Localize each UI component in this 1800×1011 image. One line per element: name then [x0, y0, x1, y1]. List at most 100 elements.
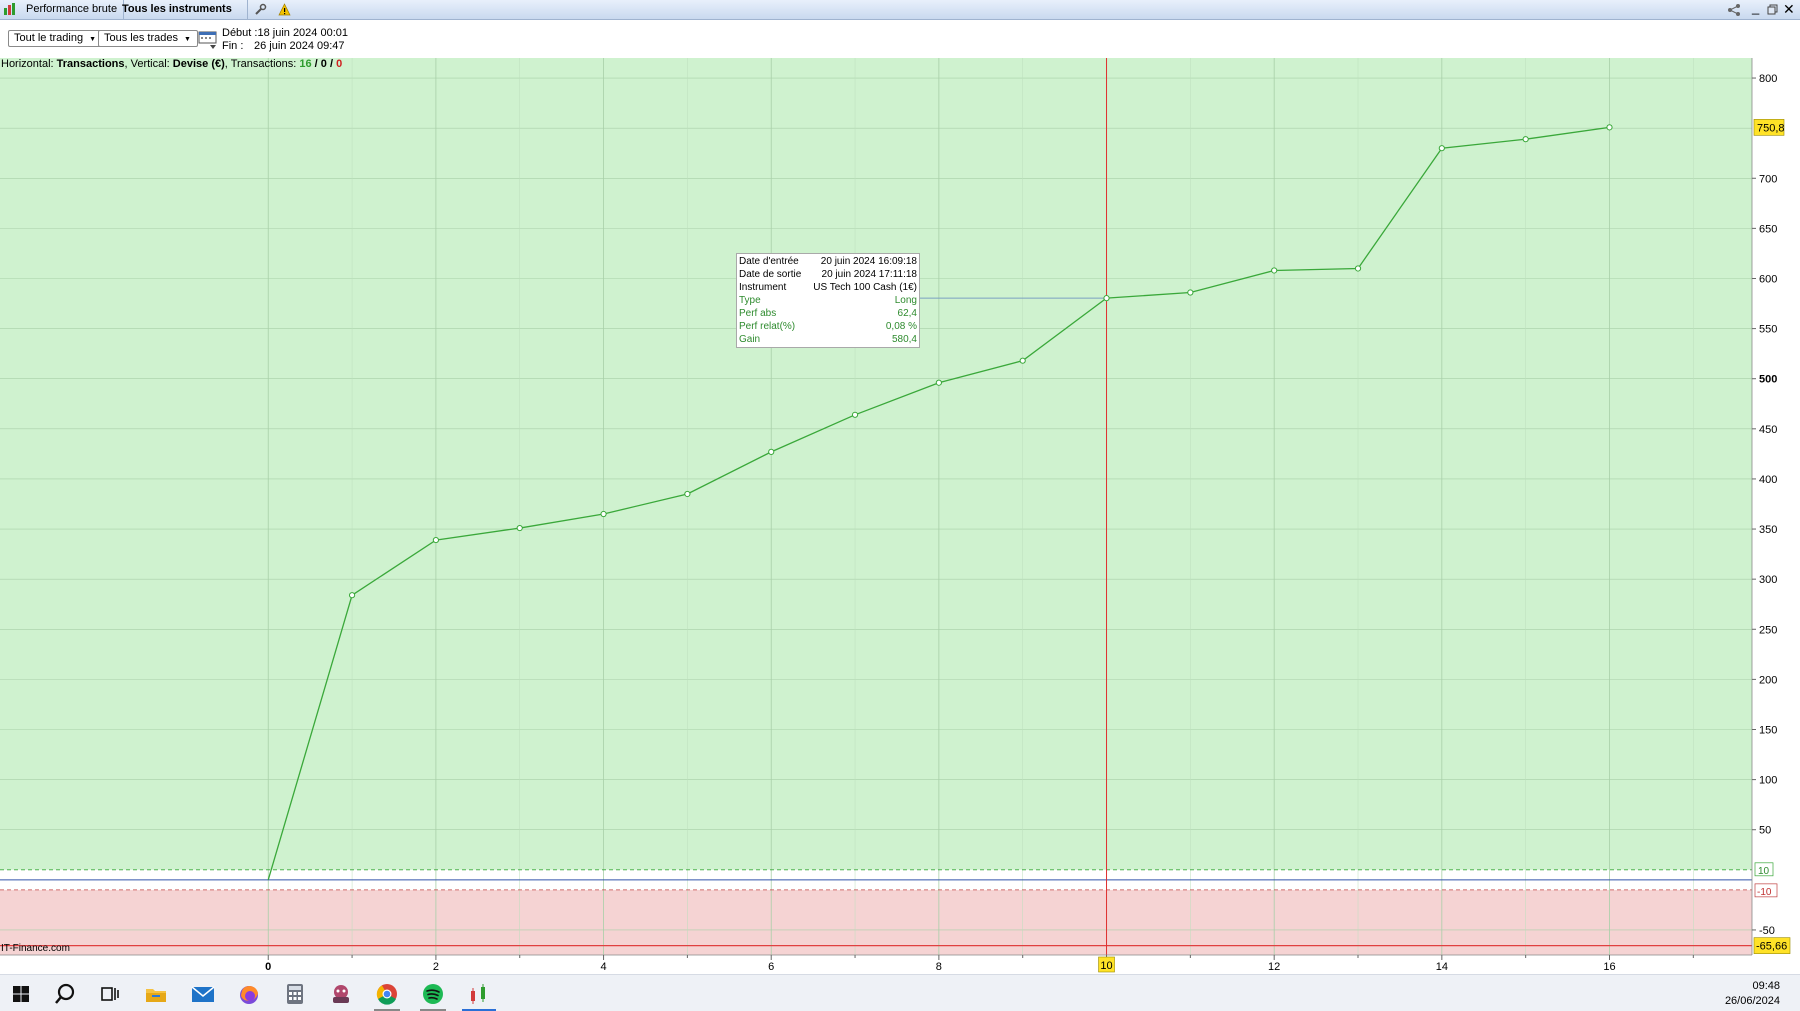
tooltip-value: 20 juin 2024 16:09:18	[820, 256, 917, 267]
calendar-icon[interactable]	[198, 30, 218, 50]
title-bar: Performance brute Tous les instruments ▼…	[0, 0, 1800, 33]
data-point	[1438, 145, 1445, 152]
share-icon[interactable]	[1727, 3, 1741, 16]
y-tick-label: 550	[1759, 324, 1777, 336]
x-tick-label: 2	[433, 961, 439, 973]
horizontal-value: Transactions	[56, 58, 125, 70]
tooltip-row: Type Long	[739, 294, 917, 307]
y-tick-label: 200	[1759, 674, 1777, 686]
windows-start-icon[interactable]	[8, 981, 34, 1007]
spotify-icon[interactable]	[420, 981, 446, 1007]
trade-tooltip: Date d'entrée 20 juin 2024 16:09:18 Date d…	[736, 253, 920, 348]
chevron-down-icon: ▼	[184, 36, 191, 43]
prorealtime-icon[interactable]	[466, 981, 492, 1007]
taskbar: 09:48 26/06/2024	[0, 974, 1800, 1011]
tooltip-row: Perf abs 62,4	[739, 307, 917, 320]
y-tick-label: 50	[1759, 825, 1771, 837]
tooltip-value: 20 juin 2024 17:11:18	[821, 269, 917, 280]
search-icon[interactable]	[52, 981, 78, 1007]
profit-zone	[0, 58, 1752, 870]
debut-value: 18 juin 2024 00:01	[257, 27, 348, 39]
trading-filter-label: Tout le trading	[14, 32, 84, 44]
data-point	[768, 448, 775, 455]
data-point	[684, 490, 691, 498]
clock-date: 26/06/2024	[1724, 995, 1780, 1007]
data-point	[1354, 265, 1362, 272]
file-explorer-icon[interactable]	[143, 981, 169, 1007]
y-tick-label: 700	[1759, 173, 1777, 185]
trades-filter-dropdown[interactable]: Tous les trades ▼	[98, 30, 198, 47]
mail-icon[interactable]	[190, 981, 216, 1007]
data-point	[851, 411, 859, 418]
app-icon[interactable]	[328, 981, 354, 1007]
debut-label: Début :	[222, 27, 258, 39]
tooltip-row: Instrument US Tech 100 Cash (1€)	[739, 281, 917, 294]
close-icon[interactable]: ✕	[1783, 1, 1795, 18]
watermark: IT-Finance.com	[1, 943, 70, 954]
equity-chart[interactable]: 800 700 650 600 550 500 450 400 350 300 250 200 150 1…	[0, 58, 1800, 974]
fin-value: 26 juin 2024 09:47	[254, 40, 345, 52]
restore-icon[interactable]	[1767, 4, 1778, 15]
trading-filter-dropdown[interactable]: Tout le trading ▼	[8, 30, 104, 47]
y-tick-label: -50	[1759, 925, 1775, 937]
tooltip-value: Long	[894, 295, 917, 306]
chrome-icon[interactable]	[374, 981, 400, 1007]
y-tick-label: 150	[1759, 724, 1777, 736]
y-tick-label: 600	[1759, 273, 1777, 285]
data-point	[348, 592, 356, 599]
chart-info-line: Horizontal: Transactions, Vertical: Devi…	[1, 58, 342, 70]
minimize-icon[interactable]: _	[1752, 0, 1759, 15]
y-tick-label: 300	[1759, 574, 1777, 586]
tooltip-key: Perf abs	[739, 308, 777, 319]
calculator-icon[interactable]	[282, 981, 308, 1007]
chevron-down-icon: ▼	[89, 36, 97, 43]
data-point	[1606, 124, 1613, 131]
y-tick-label: 350	[1759, 524, 1777, 536]
transactions-win: 16	[299, 58, 312, 70]
transactions-sep: /	[311, 58, 321, 70]
firefox-icon[interactable]	[236, 981, 262, 1007]
equity-chart-svg[interactable]: 8007006506005505004504003503002502001501…	[0, 58, 1800, 974]
data-point	[1187, 289, 1194, 296]
tooltip-row: Gain 580,4	[739, 333, 917, 346]
lower-band-label: -10	[1757, 887, 1772, 898]
data-point	[600, 510, 607, 518]
instrument-selector-label: Tous les instruments	[122, 3, 232, 15]
tooltip-row: Date de sortie 20 juin 2024 17:11:18	[739, 268, 917, 281]
tooltip-key: Date de sortie	[739, 269, 802, 280]
tab-performance-brute[interactable]: Performance brute	[20, 0, 125, 19]
tooltip-key: Gain	[739, 334, 761, 345]
x-tick-label: 12	[1268, 961, 1280, 973]
system-clock[interactable]: 09:48 26/06/2024	[1725, 979, 1780, 1009]
task-view-icon[interactable]	[96, 981, 122, 1007]
fin-label: Fin :	[222, 40, 244, 52]
transactions-loss: 0	[336, 58, 343, 70]
data-point	[516, 524, 523, 532]
tooltip-value: US Tech 100 Cash (1€)	[813, 282, 917, 293]
y-tick-label: 800	[1759, 73, 1777, 85]
min-value-label: -65,66	[1756, 941, 1787, 953]
tooltip-key: Perf relat(%)	[739, 321, 796, 332]
vertical-value: Devise (€)	[172, 58, 225, 70]
y-tick-label: 450	[1759, 424, 1777, 436]
warning-icon[interactable]	[278, 3, 291, 16]
x-tick-label: 14	[1436, 961, 1448, 973]
tooltip-value: 0,08 %	[885, 321, 917, 332]
data-point	[1522, 136, 1529, 143]
instrument-selector[interactable]: Tous les instruments ▼	[116, 0, 248, 33]
y-tick-label: 250	[1759, 624, 1777, 636]
tooltip-key: Type	[739, 295, 761, 306]
data-point	[935, 379, 942, 386]
tooltip-row: Date d'entrée 20 juin 2024 16:09:18	[739, 255, 917, 268]
x-tick-label: 4	[600, 961, 606, 973]
tooltip-value: 62,4	[897, 308, 917, 319]
tooltip-row: Perf relat(%) 0,08 %	[739, 320, 917, 333]
wrench-icon[interactable]	[254, 3, 267, 16]
data-point	[1019, 357, 1026, 364]
last-value-label: 750,8	[1757, 122, 1785, 134]
y-tick-label: 100	[1759, 775, 1777, 787]
x-tick-label: 6	[768, 961, 774, 973]
tooltip-value: 580,4	[891, 334, 917, 345]
x-tick-label: 16	[1603, 961, 1615, 973]
data-point	[432, 536, 440, 544]
